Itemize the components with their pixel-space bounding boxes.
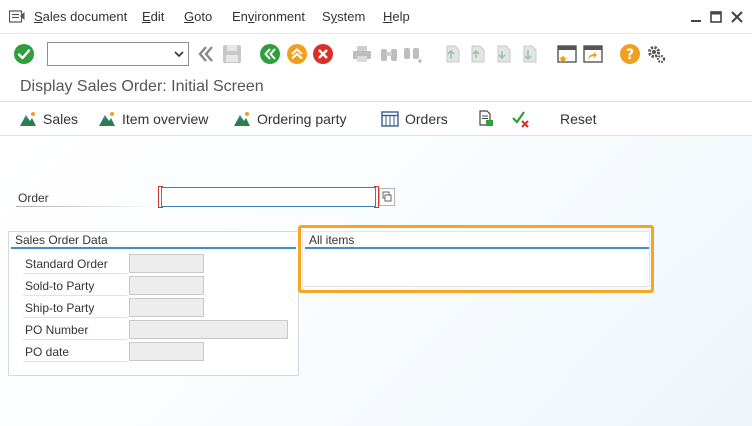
po-number-label: PO Number [23,320,127,340]
standard-order-field [129,254,204,273]
sold-to-party-field [129,276,204,295]
menu-goto[interactable]: Goto [184,9,212,24]
minimize-icon[interactable] [689,10,703,24]
menu-icon[interactable] [9,10,25,24]
ship-to-party-row: Ship-to Party [23,298,223,318]
table-icon [381,111,399,127]
menu-sales-document[interactable]: Sales document [34,9,127,24]
standard-toolbar: ? [0,34,752,72]
menu-bar: Sales document Edit Goto Environment Sys… [0,0,752,34]
orders-button[interactable]: Orders [381,110,448,128]
item-overview-button[interactable]: Item overview [98,110,208,128]
application-toolbar: Sales Item overview Ordering party Order… [0,102,752,136]
settings-icon[interactable] [645,43,667,65]
help-icon[interactable]: ? [619,43,641,65]
mountain-icon [20,112,36,126]
shortcut-icon[interactable] [582,43,604,65]
first-page-icon[interactable] [441,43,463,65]
ordering-party-button-label: Ordering party [257,111,347,127]
menu-help[interactable]: Help [383,9,410,24]
group-title-underline [11,247,296,249]
enter-icon[interactable] [13,43,35,65]
order-input[interactable] [161,187,376,207]
highlight-frame [298,225,654,293]
reset-button-label: Reset [560,111,597,127]
orders-button-label: Orders [405,111,448,127]
document-icon [479,110,493,126]
last-page-icon[interactable] [518,43,540,65]
save-icon[interactable] [221,43,243,65]
cancel-icon[interactable] [312,43,334,65]
find-next-icon[interactable] [402,43,424,65]
mountain-icon [234,112,250,126]
sold-to-party-label: Sold-to Party [23,276,127,296]
sales-order-data-group: Sales Order Data Standard Order Sold-to … [8,231,299,376]
next-page-icon[interactable] [492,43,514,65]
po-number-field [129,320,288,339]
sales-button[interactable]: Sales [19,110,78,128]
previous-page-icon[interactable] [466,43,488,65]
order-label-underline [16,206,159,207]
maximize-icon[interactable] [709,10,723,24]
check-button[interactable] [511,110,537,128]
reset-button[interactable]: Reset [560,110,597,128]
new-session-icon[interactable] [556,43,578,65]
ship-to-party-field [129,298,204,317]
sales-button-label: Sales [43,111,79,127]
menu-environment[interactable]: Environment [232,9,305,24]
menu-edit[interactable]: Edit [142,9,164,24]
po-number-row: PO Number [23,320,298,340]
standard-order-label: Standard Order [23,254,127,274]
sold-to-party-row: Sold-to Party [23,276,223,296]
menu-system[interactable]: System [322,9,365,24]
main-content: Order Sales Order Data Standard Order So… [0,136,752,426]
ordering-party-button[interactable]: Ordering party [233,110,346,128]
print-icon[interactable] [351,43,373,65]
find-icon[interactable] [378,43,400,65]
po-date-row: PO date [23,342,223,362]
required-marker-left [158,186,163,208]
po-date-label: PO date [23,342,127,362]
back-icon[interactable] [195,43,217,65]
page-title: Display Sales Order: Initial Screen [20,78,264,95]
title-bar: Display Sales Order: Initial Screen [0,72,752,102]
exit-icon[interactable] [286,43,308,65]
standard-order-row: Standard Order [23,254,223,274]
ship-to-party-label: Ship-to Party [23,298,127,318]
po-date-field [129,342,204,361]
chevron-down-icon[interactable] [174,49,184,59]
item-overview-button-label: Item overview [122,111,209,127]
check-icon [512,111,529,128]
svg-text:?: ? [626,47,634,63]
sales-order-data-title: Sales Order Data [15,233,108,247]
close-icon[interactable] [730,10,744,24]
display-document-button[interactable] [477,110,501,128]
back-green-icon[interactable] [259,43,281,65]
value-help-icon[interactable] [379,188,395,206]
order-label: Order [18,191,49,205]
command-field[interactable] [47,42,189,66]
mountain-icon [99,112,115,126]
